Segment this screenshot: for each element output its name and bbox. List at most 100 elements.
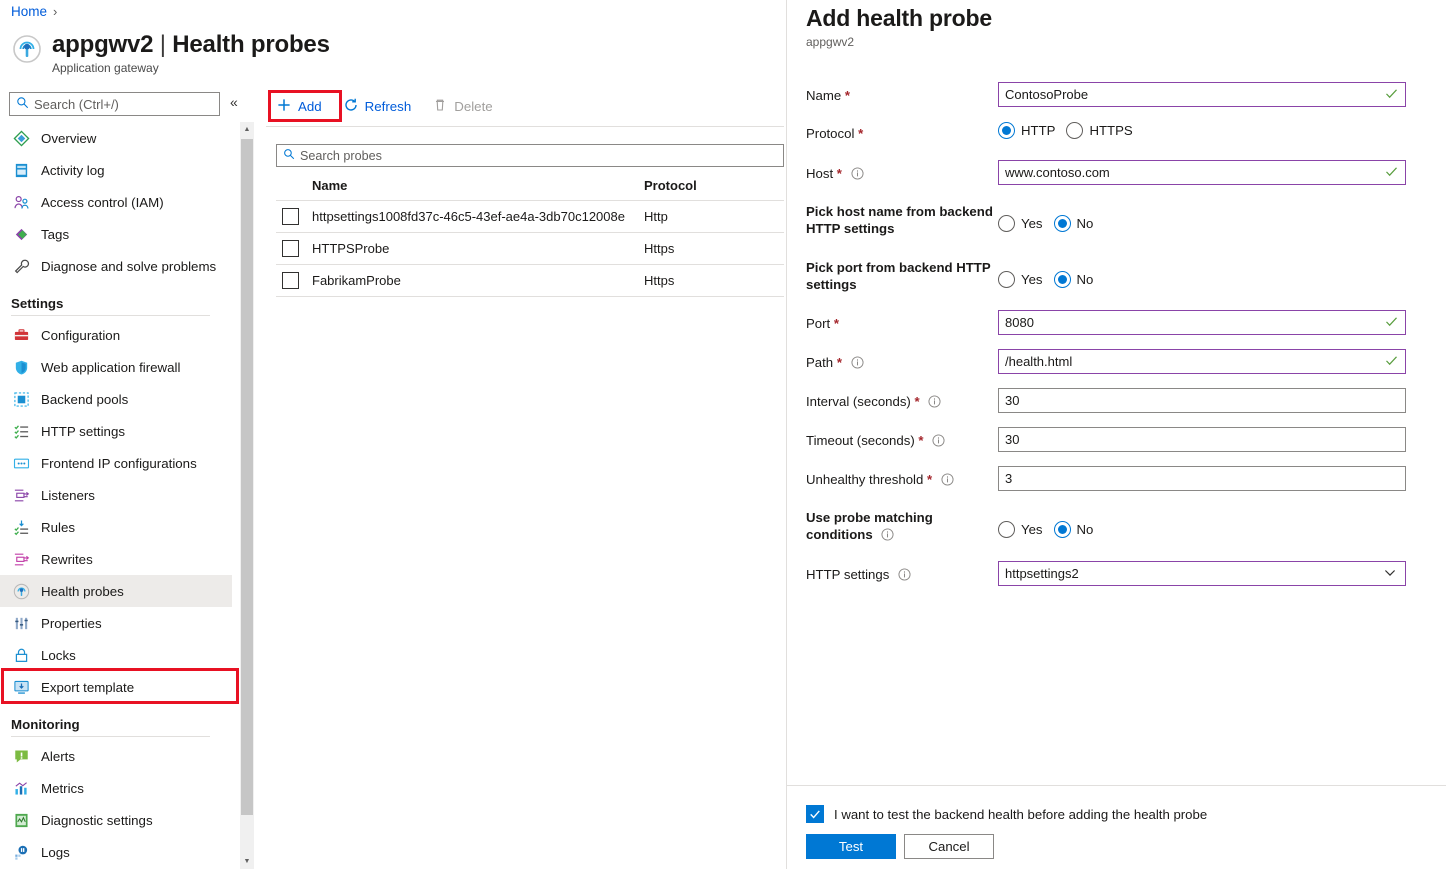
overview-icon	[13, 129, 30, 147]
required-asterisk: *	[914, 394, 920, 409]
add-button-label: Add	[298, 98, 322, 114]
scroll-down-icon[interactable]: ▼	[240, 854, 254, 869]
row-checkbox[interactable]	[282, 272, 299, 289]
shield-icon	[13, 359, 30, 376]
probe-search-input[interactable]: Search probes	[276, 144, 784, 167]
sidebar-item-alerts[interactable]: Alerts	[0, 740, 232, 772]
radio-label: No	[1076, 216, 1094, 231]
sidebar-item-logs[interactable]: Logs	[0, 836, 232, 868]
protocol-radio-group: HTTP HTTPS	[998, 120, 1431, 139]
row-checkbox[interactable]	[282, 208, 299, 225]
sidebar-item-activity-log[interactable]: Activity log	[0, 154, 232, 186]
interval-input-value: 30	[1005, 393, 1020, 408]
diagnostic-settings-icon	[13, 812, 30, 829]
cancel-button[interactable]: Cancel	[904, 834, 994, 859]
host-input[interactable]: www.contoso.com	[998, 160, 1406, 185]
field-label: Pick port from backend HTTP settings	[806, 254, 998, 293]
radio-protocol-https[interactable]: HTTPS	[1066, 122, 1133, 139]
sidebar-item-configuration[interactable]: Configuration	[0, 319, 232, 351]
sidebar-scrollbar[interactable]: ▲ ▼	[240, 122, 254, 869]
sidebar-item-properties[interactable]: Properties	[0, 607, 232, 639]
checkbox-box	[806, 805, 824, 823]
sidebar-item-label: Diagnostic settings	[41, 812, 153, 828]
sidebar-item-backend-pools[interactable]: Backend pools	[0, 383, 232, 415]
field-label-text: Unhealthy threshold	[806, 472, 924, 487]
breadcrumb-separator-icon: ›	[53, 4, 58, 19]
sidebar-item-rules[interactable]: Rules	[0, 511, 232, 543]
test-button[interactable]: Test	[806, 834, 896, 859]
sidebar-item-health-probes[interactable]: Health probes	[0, 575, 232, 607]
page-title-separator: |	[159, 31, 166, 58]
path-input[interactable]: /health.html	[998, 349, 1406, 374]
radio-mark	[1053, 521, 1071, 538]
scrollbar-thumb[interactable]	[241, 139, 253, 815]
sidebar-item-label: Export template	[41, 679, 135, 695]
scroll-up-icon[interactable]: ▲	[240, 122, 254, 137]
sidebar-item-access-control[interactable]: Access control (IAM)	[0, 186, 232, 218]
table-row[interactable]: FabrikamProbe Https	[276, 265, 784, 297]
sidebar-item-diagnose[interactable]: Diagnose and solve problems	[0, 250, 232, 282]
probe-table: Name Protocol httpsettings1008fd37c-46c5…	[276, 171, 784, 297]
info-icon[interactable]	[941, 473, 954, 490]
sidebar-item-diagnostic-settings[interactable]: Diagnostic settings	[0, 804, 232, 836]
table-row[interactable]: httpsettings1008fd37c-46c5-43ef-ae4a-3db…	[276, 201, 784, 233]
radio-probe-matching-no[interactable]: No	[1053, 521, 1093, 538]
search-input[interactable]: Search (Ctrl+/)	[9, 92, 220, 116]
health-probes-icon	[13, 583, 30, 600]
port-input[interactable]: 8080	[998, 310, 1406, 335]
radio-pick-port-no[interactable]: No	[1053, 271, 1093, 288]
add-button[interactable]: Add	[266, 91, 333, 121]
sidebar-item-label: Logs	[41, 844, 70, 860]
sidebar-item-locks[interactable]: Locks	[0, 639, 232, 671]
cell-protocol: Https	[644, 273, 675, 288]
radio-pick-host-no[interactable]: No	[1053, 215, 1094, 232]
field-protocol: Protocol * HTTP HTTPS	[806, 120, 1431, 142]
http-settings-select[interactable]: httpsettings2	[998, 561, 1406, 586]
listeners-icon	[13, 487, 30, 504]
info-icon[interactable]	[881, 528, 894, 545]
sidebar-item-web-application-firewall[interactable]: Web application firewall	[0, 351, 232, 383]
radio-pick-host-yes[interactable]: Yes	[998, 215, 1043, 232]
access-control-icon	[13, 194, 30, 211]
sidebar-item-rewrites[interactable]: Rewrites	[0, 543, 232, 575]
info-icon[interactable]	[851, 356, 864, 373]
sidebar-item-listeners[interactable]: Listeners	[0, 479, 232, 511]
radio-pick-port-yes[interactable]: Yes	[998, 271, 1043, 288]
field-control: www.contoso.com	[998, 160, 1431, 185]
field-pick-port: Pick port from backend HTTP settings Yes…	[806, 254, 1431, 293]
row-checkbox[interactable]	[282, 240, 299, 257]
info-icon[interactable]	[851, 167, 864, 184]
delete-button-label: Delete	[454, 98, 493, 114]
breadcrumb-home[interactable]: Home	[11, 4, 47, 19]
sidebar-item-export-template[interactable]: Export template	[0, 671, 232, 703]
info-icon[interactable]	[928, 395, 941, 412]
sidebar-item-overview[interactable]: Overview	[0, 122, 232, 154]
field-control: Yes No	[998, 198, 1431, 232]
info-icon[interactable]	[898, 568, 911, 585]
radio-protocol-http[interactable]: HTTP	[998, 122, 1055, 139]
collapse-sidebar-icon[interactable]: «	[230, 95, 238, 109]
health-probe-form: Name * ContosoProbe Protocol * HTTP HTTP…	[787, 72, 1446, 784]
column-header-name[interactable]: Name	[312, 178, 644, 193]
timeout-input[interactable]: 30	[998, 427, 1406, 452]
info-icon[interactable]	[932, 434, 945, 451]
unhealthy-threshold-input[interactable]: 3	[998, 466, 1406, 491]
probe-search-placeholder: Search probes	[300, 148, 382, 163]
sidebar-item-http-settings[interactable]: HTTP settings	[0, 415, 232, 447]
sidebar-item-frontend-ip-configurations[interactable]: Frontend IP configurations	[0, 447, 232, 479]
test-backend-health-checkbox[interactable]: I want to test the backend health before…	[806, 805, 1207, 823]
unhealthy-threshold-input-value: 3	[1005, 471, 1013, 486]
sidebar-item-label: Configuration	[41, 327, 121, 343]
table-row[interactable]: HTTPSProbe Https	[276, 233, 784, 265]
radio-probe-matching-yes[interactable]: Yes	[998, 521, 1043, 538]
name-input[interactable]: ContosoProbe	[998, 82, 1406, 107]
port-input-value: 8080	[1005, 315, 1034, 330]
column-header-protocol[interactable]: Protocol	[644, 178, 774, 193]
trash-icon	[433, 98, 447, 115]
sidebar-item-metrics[interactable]: Metrics	[0, 772, 232, 804]
field-control: 30	[998, 388, 1431, 413]
field-label-text: HTTP settings	[806, 567, 890, 582]
refresh-button[interactable]: Refresh	[333, 91, 423, 121]
sidebar-item-tags[interactable]: Tags	[0, 218, 232, 250]
interval-input[interactable]: 30	[998, 388, 1406, 413]
